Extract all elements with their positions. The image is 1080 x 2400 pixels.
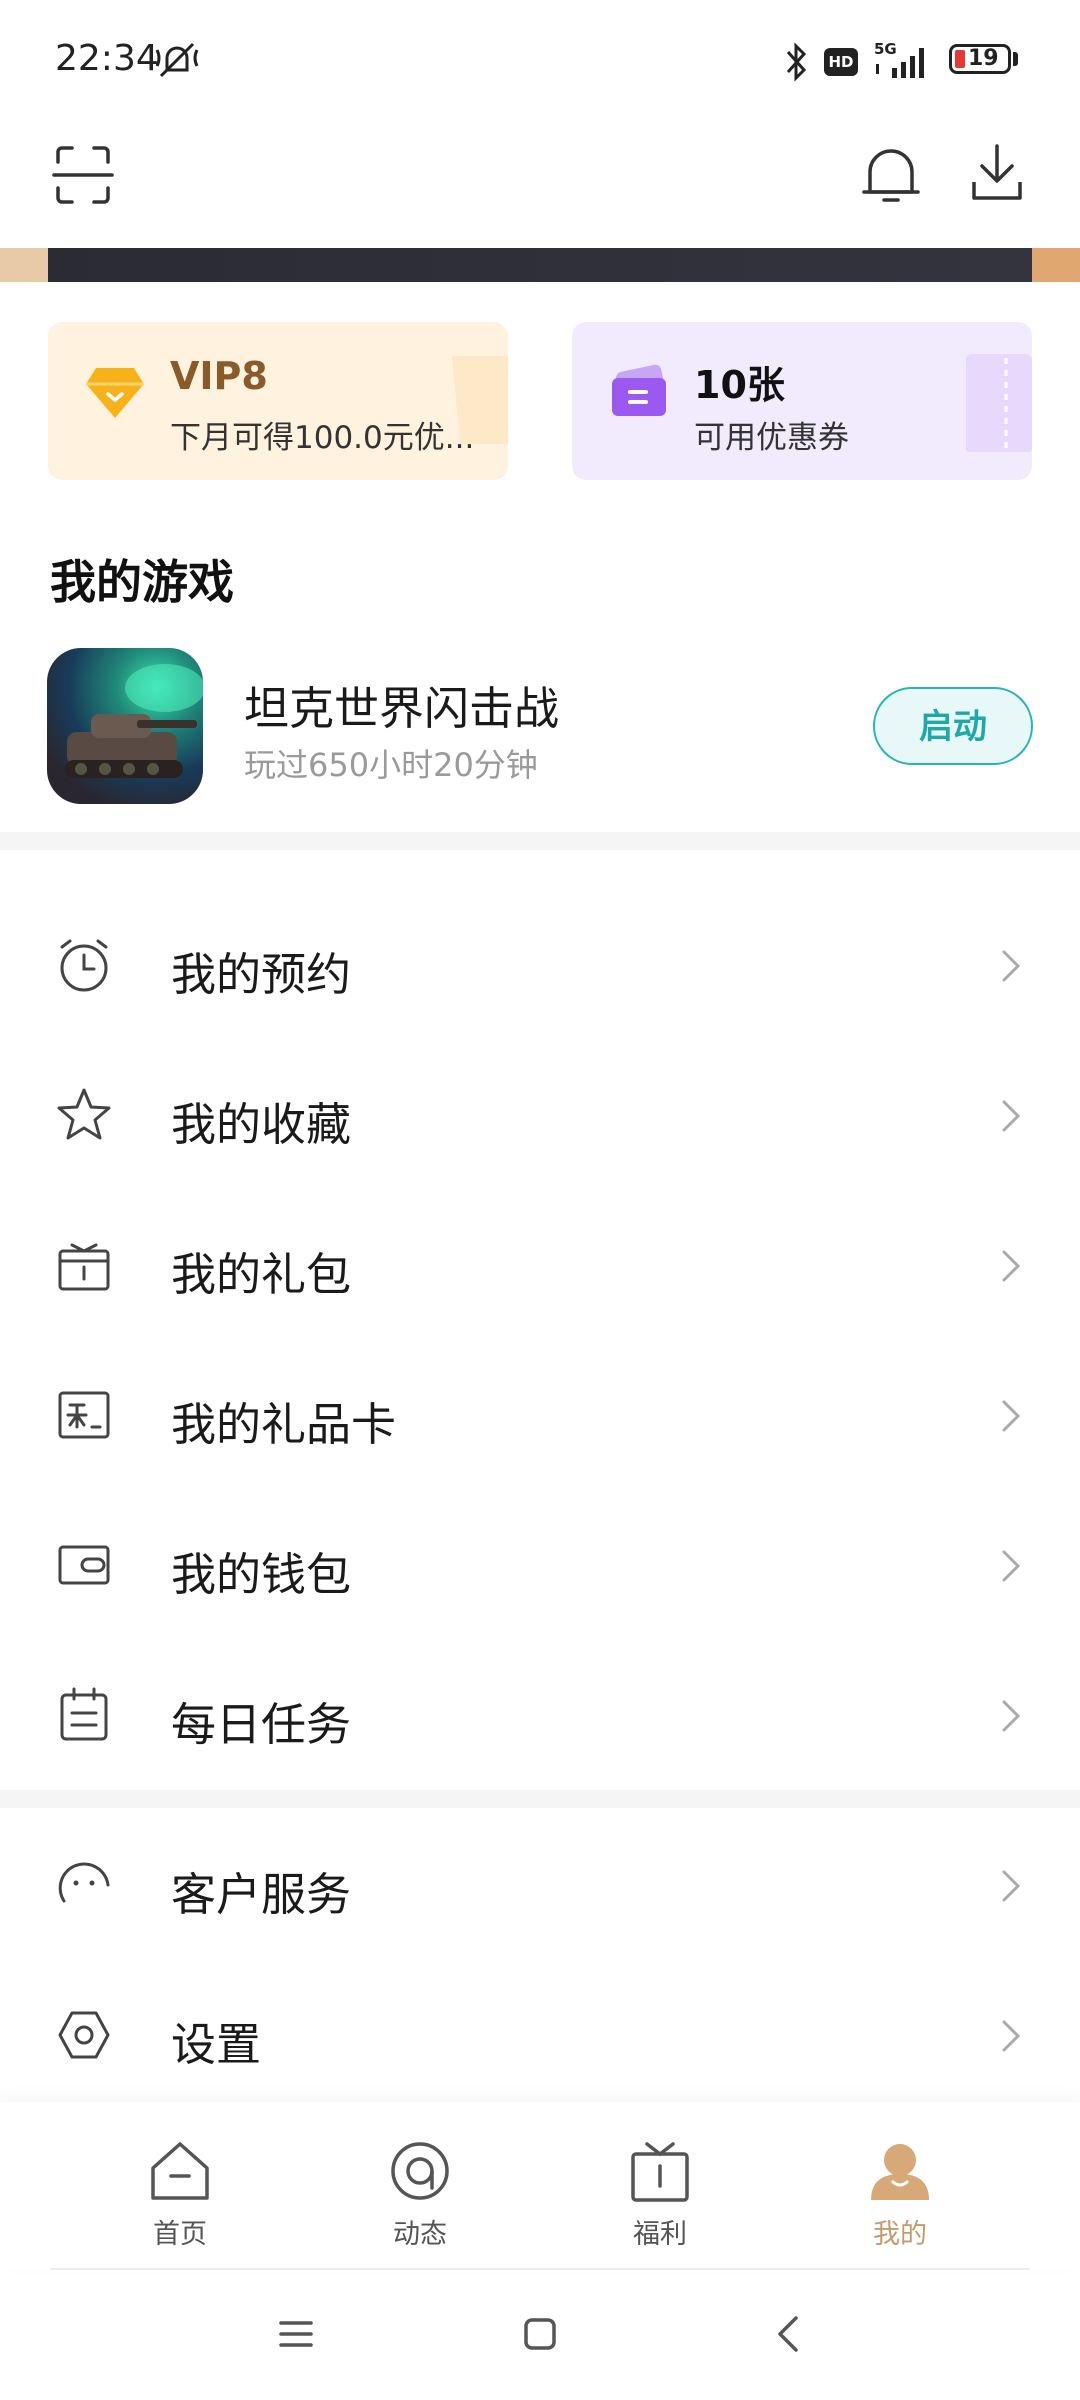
- menu-label: 设置: [171, 2018, 262, 2071]
- status-bar: 22:34 HD 5G 19: [0, 0, 1080, 120]
- coupon-icon: [612, 364, 666, 416]
- game-app-icon[interactable]: [47, 648, 203, 804]
- nav-profile[interactable]: 我的: [840, 2136, 960, 2251]
- chevron-right-icon: [1002, 1250, 1021, 1282]
- battery-level: 19: [968, 46, 999, 71]
- menu-item-reservations[interactable]: 我的预约: [0, 890, 1080, 1040]
- nav-benefits[interactable]: 福利: [600, 2136, 720, 2251]
- coupon-label: 可用优惠券: [694, 420, 849, 456]
- menu-icon[interactable]: [278, 2316, 314, 2352]
- vip-benefit: 下月可得100.0元优...: [170, 420, 475, 456]
- menu-label: 我的礼包: [171, 1248, 352, 1301]
- gift-icon: [631, 2142, 689, 2202]
- nav-feed[interactable]: 动态: [360, 2136, 480, 2251]
- wallet-icon: [58, 1545, 110, 1585]
- bottom-navigation: 首页 动态 福利 我的: [0, 2102, 1080, 2270]
- section-divider: [0, 1790, 1080, 1808]
- service-icon: [58, 1862, 110, 1903]
- banner-strip[interactable]: [0, 248, 1080, 282]
- menu-label: 每日任务: [171, 1698, 352, 1751]
- feed-icon: [391, 2142, 449, 2200]
- system-navigation-bar: [0, 2272, 1080, 2400]
- menu-label: 我的收藏: [171, 1098, 352, 1151]
- vip-level: VIP8: [170, 354, 268, 398]
- bell-icon[interactable]: [856, 140, 926, 210]
- vip-card-decoration: [452, 356, 508, 444]
- coupon-card-decoration: [966, 354, 1032, 452]
- calendar-task-icon: [60, 1687, 108, 1741]
- gift-card-icon: [58, 1391, 110, 1439]
- profile-icon: [871, 2144, 929, 2200]
- tank-icon: [65, 664, 203, 778]
- nav-label: 动态: [393, 2219, 447, 2250]
- star-icon: [57, 1088, 111, 1140]
- menu-item-gift-packs[interactable]: 我的礼包: [0, 1190, 1080, 1340]
- game-playtime: 玩过650小时20分钟: [244, 746, 538, 784]
- menu-item-settings[interactable]: 设置: [0, 1960, 1080, 2110]
- my-games-title: 我的游戏: [50, 555, 234, 609]
- menu-label: 我的钱包: [171, 1548, 352, 1601]
- hd-icon: HD: [824, 48, 858, 76]
- section-divider: [0, 832, 1080, 850]
- settings-icon: [58, 2011, 110, 2059]
- coupon-card[interactable]: 10张 可用优惠券: [572, 322, 1032, 480]
- signal-icon: [876, 48, 924, 78]
- nav-divider: [50, 2268, 1030, 2270]
- home-icon: [151, 2142, 209, 2200]
- nav-label: 我的: [873, 2219, 927, 2250]
- mute-bell-icon: [155, 42, 199, 78]
- nav-label: 首页: [153, 2219, 207, 2250]
- chevron-right-icon: [1002, 950, 1021, 982]
- menu-item-daily-tasks[interactable]: 每日任务: [0, 1640, 1080, 1790]
- nav-home[interactable]: 首页: [120, 2136, 240, 2251]
- menu-item-gift-cards[interactable]: 我的礼品卡: [0, 1340, 1080, 1490]
- vip-card[interactable]: VIP8 下月可得100.0元优...: [48, 322, 508, 480]
- alarm-clock-icon: [60, 939, 108, 992]
- chevron-right-icon: [1002, 1700, 1021, 1732]
- download-icon[interactable]: [962, 140, 1032, 210]
- home-square-icon[interactable]: [522, 2316, 558, 2352]
- coupon-count: 10张: [694, 363, 785, 407]
- back-icon[interactable]: [770, 2314, 806, 2354]
- menu-item-customer-service[interactable]: 客户服务: [0, 1810, 1080, 1960]
- menu-item-wallet[interactable]: 我的钱包: [0, 1490, 1080, 1640]
- gift-box-icon: [58, 1243, 110, 1291]
- bluetooth-icon: [786, 42, 807, 82]
- battery-icon: 19: [949, 44, 1011, 74]
- menu-label: 我的预约: [171, 948, 352, 1001]
- menu-item-favorites[interactable]: 我的收藏: [0, 1040, 1080, 1190]
- menu-label: 我的礼品卡: [171, 1398, 397, 1451]
- chevron-right-icon: [1002, 2020, 1021, 2052]
- chevron-right-icon: [1002, 1400, 1021, 1432]
- scan-icon[interactable]: [48, 140, 118, 210]
- diamond-icon: [86, 368, 144, 418]
- chevron-right-icon: [1002, 1100, 1021, 1132]
- game-name[interactable]: 坦克世界闪击战: [244, 672, 559, 737]
- status-time: 22:34: [55, 38, 159, 79]
- nav-label: 福利: [633, 2219, 687, 2250]
- menu-label: 客户服务: [171, 1868, 352, 1921]
- chevron-right-icon: [1002, 1870, 1021, 1902]
- launch-button[interactable]: 启动: [873, 687, 1033, 765]
- chevron-right-icon: [1002, 1550, 1021, 1582]
